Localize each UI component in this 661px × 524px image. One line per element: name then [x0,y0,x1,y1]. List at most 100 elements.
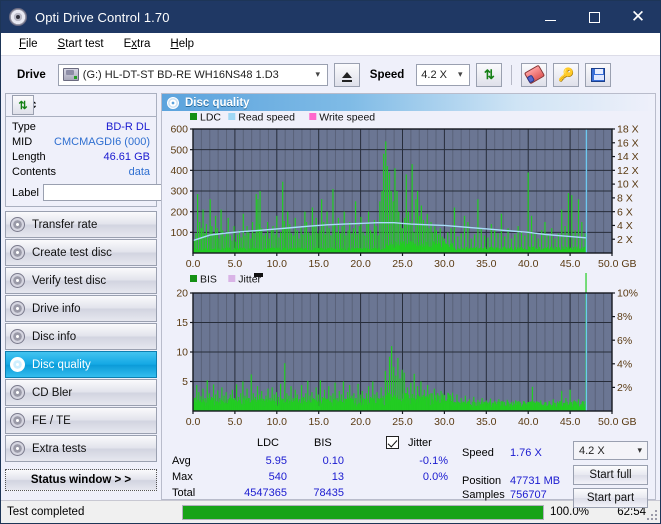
svg-text:40.0: 40.0 [518,258,539,270]
minimize-button[interactable] [528,1,572,33]
svg-text:20.0: 20.0 [350,258,371,270]
speed-select[interactable]: 4.2 X ▾ [416,63,471,86]
svg-text:50.0 GB: 50.0 GB [598,258,637,270]
eraser-icon [523,64,545,85]
svg-text:20: 20 [176,288,188,300]
resize-grip[interactable] [647,510,657,520]
disc-row-key: Contents [12,166,57,178]
disc-row-value[interactable]: CMCMAGDI6 (000) [54,135,150,150]
svg-text:25.0: 25.0 [392,416,413,428]
close-button[interactable]: ✕ [616,1,660,33]
erase-button[interactable] [521,62,548,87]
svg-text:15: 15 [176,317,188,329]
jitter-checkbox[interactable] [386,436,399,449]
svg-text:10: 10 [176,347,188,359]
svg-text:Read speed: Read speed [238,112,295,124]
svg-text:18 X: 18 X [617,124,639,136]
sidebar-item-disc-info[interactable]: Disc info [5,323,157,350]
svg-text:14 X: 14 X [617,151,639,163]
svg-text:0.0: 0.0 [186,416,201,428]
sidebar-item-extra-tests[interactable]: Extra tests [5,435,157,462]
svg-text:50.0 GB: 50.0 GB [598,416,637,428]
sidebar-item-label: Drive info [32,302,81,315]
window-title: Opti Drive Control 1.70 [35,9,170,25]
sidebar-item-drive-info[interactable]: Drive info [5,295,157,322]
sidebar-item-disc-quality[interactable]: Disc quality [5,351,157,378]
svg-text:40.0: 40.0 [518,416,539,428]
progress-bar [182,504,544,520]
disc-row-value: 46.61 GB [103,151,150,163]
svg-text:500: 500 [170,144,188,156]
chart-ldc-readspeed[interactable]: LDC Read speed Write speed 100 200 300 400 500 6… [162,111,656,273]
content-header: Disc quality [162,94,655,111]
chart-bis-jitter[interactable]: BIS Jitter51015202%4%6%8%10%0.0 5.0 10.0 15.… [162,273,656,431]
app-window: Opti Drive Control 1.70 ✕ File Start tes… [0,0,661,524]
drive-select-value: (G:) HL-DT-ST BD-RE WH16NS48 1.D3 [82,68,279,81]
sidebar-item-fe-te[interactable]: FE / TE [5,407,157,434]
menu-extra[interactable]: Extra [114,35,161,53]
stats-col-jitter: Jitter [408,437,432,449]
stats-speed-value: 1.76 X [510,447,542,459]
status-text: Test completed [7,506,85,518]
content-panel: Disc quality LDC Read speed Write speed 100… [161,93,656,508]
sidebar-item-label: Disc info [32,330,77,343]
disc-row-value[interactable]: data [129,165,150,180]
menu-help[interactable]: Help [160,35,204,53]
menu-start-test[interactable]: Start test [48,35,114,53]
sidebar-item-create-test-disc[interactable]: Create test disc [5,239,157,266]
svg-text:4%: 4% [617,358,632,370]
stats-position-key: Position [462,475,502,487]
disc-label-key: Label [12,186,39,199]
drive-select[interactable]: (G:) HL-DT-ST BD-RE WH16NS48 1.D3 ▾ [57,63,328,86]
disc-row-contents: Contents data [12,165,150,180]
stats-row-key-max: Max [172,471,193,483]
stats-panel: LDC BIS Jitter Avg 5.95 0.10 -0.1% Max 5… [162,431,655,509]
svg-text:10%: 10% [617,288,638,300]
maximize-button[interactable] [572,1,616,33]
sidebar-item-transfer-rate[interactable]: Transfer rate [5,211,157,238]
stats-samples-value: 756707 [510,489,547,501]
sidebar-item-label: Verify test disc [32,274,107,287]
svg-text:100: 100 [170,227,188,239]
disc-info-rows: Type BD-R DL MID CMCMAGDI6 (000) Length … [6,117,245,206]
key-button[interactable]: 🔑 [553,62,580,87]
svg-text:45.0: 45.0 [560,258,581,270]
menu-bar: File Start test Extra Help [1,33,660,56]
svg-text:35.0: 35.0 [476,416,497,428]
nav-list: Transfer rate Create test disc Verify te… [5,211,157,463]
menu-file[interactable]: File [9,35,48,53]
sidebar-item-label: Extra tests [32,442,87,455]
sidebar-item-verify-test-disc[interactable]: Verify test disc [5,267,157,294]
progress-fill [183,505,543,519]
disc-icon [10,329,25,344]
refresh-button[interactable]: ⇅ [476,62,503,87]
refresh-icon: ⇅ [483,66,495,82]
drive-label: Drive [17,68,46,81]
svg-text:8%: 8% [617,311,632,323]
svg-text:300: 300 [170,186,188,198]
disc-row-mid: MID CMCMAGDI6 (000) [12,135,150,150]
disc-row-key: MID [12,136,33,148]
svg-text:10.0: 10.0 [267,416,288,428]
eject-button[interactable] [333,62,360,87]
disc-icon [10,273,25,288]
svg-text:20.0: 20.0 [350,416,371,428]
svg-text:2 X: 2 X [617,234,633,246]
eject-icon [341,71,352,82]
svg-text:12 X: 12 X [617,165,639,177]
disc-icon [10,357,25,372]
sidebar-item-cd-bler[interactable]: CD Bler [5,379,157,406]
svg-text:Write speed: Write speed [319,112,375,124]
disc-panel-header: Disc ⇅ [6,94,156,117]
svg-text:BIS: BIS [200,274,217,286]
svg-text:35.0: 35.0 [476,258,497,270]
disc-refresh-button[interactable]: ⇅ [12,95,34,115]
status-window-button[interactable]: Status window > > [5,469,157,491]
test-speed-select[interactable]: 4.2 X ▾ [573,441,648,460]
stats-speed-key: Speed [462,447,494,459]
save-button[interactable] [585,62,612,87]
start-part-button[interactable]: Start part [573,488,648,508]
start-full-button[interactable]: Start full [573,465,648,485]
svg-text:16 X: 16 X [617,137,639,149]
sidebar-item-label: Transfer rate [32,218,98,231]
